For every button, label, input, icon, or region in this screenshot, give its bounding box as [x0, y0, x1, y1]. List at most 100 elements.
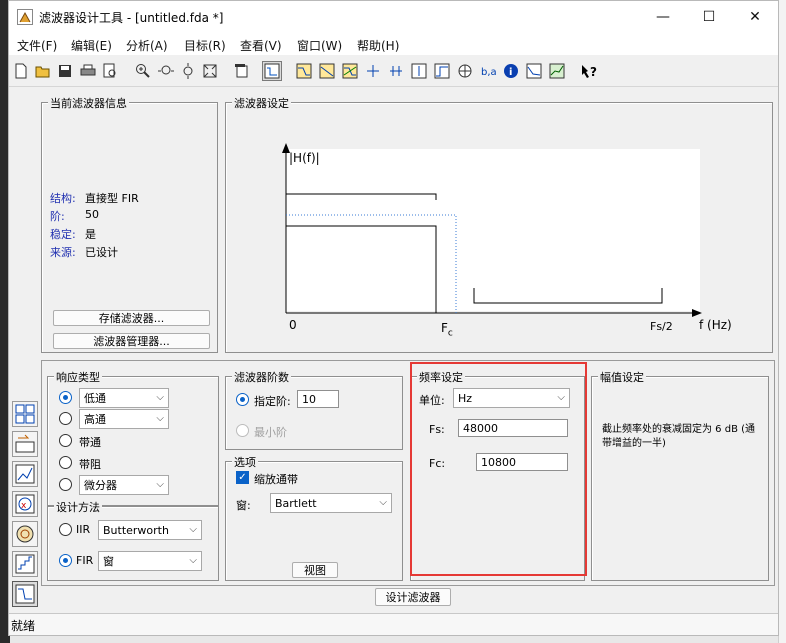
- fir-radio[interactable]: [59, 554, 72, 567]
- sidebar-pole-zero-editor-icon[interactable]: x: [12, 491, 38, 517]
- current-filter-info-title: 当前滤波器信息: [48, 95, 129, 111]
- order-info-label: 阶:: [50, 210, 65, 223]
- round-off-noise-icon[interactable]: [524, 61, 544, 81]
- response-type-panel: 响应类型 低通 ⌵ 高通 ⌵ 带通 带阻 微分器 ⌵: [47, 369, 219, 506]
- menu-view[interactable]: 查看(V): [240, 37, 282, 54]
- chevron-down-icon: ⌵: [189, 524, 197, 535]
- filter-specs-icon[interactable]: [262, 61, 282, 81]
- sidebar-multirate-icon[interactable]: [12, 521, 38, 547]
- bandstop-radio[interactable]: [59, 456, 72, 469]
- mag-phase-icon[interactable]: [340, 61, 360, 81]
- window-select[interactable]: Bartlett ⌵: [270, 493, 392, 513]
- lowpass-radio[interactable]: [59, 391, 72, 404]
- whats-this-help-icon[interactable]: ?: [579, 61, 599, 81]
- menu-window[interactable]: 窗口(W): [297, 37, 342, 54]
- fir-label[interactable]: FIR: [76, 554, 93, 567]
- magnitude-specifications-panel: 幅值设定 截止频率处的衰减固定为 6 dB (通带增益的一半): [591, 369, 769, 581]
- menu-help[interactable]: 帮助(H): [357, 37, 399, 54]
- print-icon[interactable]: [78, 61, 98, 81]
- sidebar-import-icon[interactable]: [12, 461, 38, 487]
- spec-plot-area: [286, 149, 700, 311]
- lowpass-select[interactable]: 低通 ⌵: [79, 388, 169, 408]
- save-icon[interactable]: [55, 61, 75, 81]
- filter-spec-diagram: [282, 143, 702, 317]
- highpass-radio[interactable]: [59, 412, 72, 425]
- current-filter-info-panel: 当前滤波器信息 结构: 直接型 FIR 阶: 50 稳定: 是 来源: 已设计 …: [41, 95, 218, 353]
- specify-order-label[interactable]: 指定阶:: [254, 393, 291, 409]
- group-delay-icon[interactable]: [363, 61, 383, 81]
- specify-order-radio[interactable]: [236, 393, 249, 406]
- svg-text:x: x: [21, 501, 27, 511]
- zoom-y-icon[interactable]: [178, 61, 198, 81]
- magnitude-estimate-icon[interactable]: [547, 61, 567, 81]
- filter-order-panel: 滤波器阶数 指定阶: 10 最小阶: [225, 369, 403, 450]
- bandpass-label[interactable]: 带通: [79, 434, 101, 450]
- iir-label[interactable]: IIR: [76, 523, 90, 536]
- structure-value: 直接型 FIR: [85, 192, 139, 205]
- phase-delay-icon[interactable]: [386, 61, 406, 81]
- iir-method-select[interactable]: Butterworth ⌵: [98, 520, 202, 540]
- scale-passband-checkbox[interactable]: ✓: [236, 471, 249, 484]
- magnitude-response-icon[interactable]: [294, 61, 314, 81]
- filter-manager-button[interactable]: 滤波器管理器...: [53, 333, 210, 349]
- chevron-down-icon: ⌵: [156, 413, 164, 424]
- fir-method-select[interactable]: 窗 ⌵: [98, 551, 202, 571]
- bandpass-radio[interactable]: [59, 434, 72, 447]
- new-window-icon[interactable]: [232, 61, 252, 81]
- minimum-order-radio[interactable]: [236, 424, 249, 437]
- structure-label: 结构:: [50, 192, 76, 205]
- info-icon[interactable]: i: [501, 61, 521, 81]
- filter-order-title: 滤波器阶数: [232, 369, 291, 385]
- step-response-icon[interactable]: [432, 61, 452, 81]
- sidebar-quantization-icon[interactable]: [12, 551, 38, 577]
- scale-passband-label[interactable]: 缩放通带: [254, 471, 298, 487]
- x-tick-fc: Fc: [441, 321, 453, 339]
- minimum-order-label[interactable]: 最小阶: [254, 424, 287, 440]
- close-button[interactable]: ✕: [732, 1, 778, 33]
- store-filter-button[interactable]: 存储滤波器...: [53, 310, 210, 326]
- highpass-select[interactable]: 高通 ⌵: [79, 409, 169, 429]
- svg-text:?: ?: [590, 65, 597, 79]
- menu-analysis[interactable]: 分析(A): [126, 37, 168, 54]
- design-method-panel: 设计方法 IIR Butterworth ⌵ FIR 窗 ⌵: [47, 499, 219, 581]
- x-axis-label: f (Hz): [699, 318, 732, 332]
- highlight-box: [410, 362, 587, 576]
- x-tick-fs2: Fs/2: [650, 320, 673, 333]
- menu-file[interactable]: 文件(F): [17, 37, 57, 54]
- toolbar: b,a i ?: [9, 57, 778, 87]
- options-title: 选项: [232, 454, 258, 470]
- bandstop-label[interactable]: 带阻: [79, 456, 101, 472]
- impulse-response-icon[interactable]: [409, 61, 429, 81]
- x-tick-zero: 0: [289, 318, 297, 332]
- maximize-button[interactable]: ☐: [686, 1, 732, 33]
- status-bar: 就绪: [9, 613, 778, 635]
- options-panel: 选项 ✓ 缩放通带 窗: Bartlett ⌵ 视图: [225, 454, 403, 581]
- view-window-button[interactable]: 视图: [292, 562, 338, 578]
- design-filter-button[interactable]: 设计滤波器: [375, 588, 451, 606]
- filter-specifications-panel: 滤波器设定 |H(f)| f (Hz) 0 Fc Fs/2: [225, 95, 773, 353]
- zoom-x-icon[interactable]: [156, 61, 176, 81]
- open-folder-icon[interactable]: [33, 61, 53, 81]
- sidebar-transform-icon[interactable]: [12, 401, 38, 427]
- sidebar-realize-model-icon[interactable]: [12, 431, 38, 457]
- zoom-in-icon[interactable]: [133, 61, 153, 81]
- differentiator-radio[interactable]: [59, 478, 72, 491]
- specify-order-input[interactable]: 10: [297, 390, 339, 408]
- full-view-icon[interactable]: [200, 61, 220, 81]
- iir-radio[interactable]: [59, 523, 72, 536]
- coefficients-icon[interactable]: b,a: [478, 61, 498, 81]
- app-icon: [17, 9, 33, 25]
- minimize-button[interactable]: —: [640, 1, 686, 33]
- menu-targets[interactable]: 目标(R): [184, 37, 226, 54]
- y-axis-label: |H(f)|: [289, 151, 320, 165]
- chevron-down-icon: ⌵: [379, 497, 387, 508]
- menu-edit[interactable]: 编辑(E): [71, 37, 112, 54]
- stable-value: 是: [85, 228, 96, 241]
- differentiator-select[interactable]: 微分器 ⌵: [79, 475, 169, 495]
- pole-zero-icon[interactable]: [455, 61, 475, 81]
- phase-response-icon[interactable]: [317, 61, 337, 81]
- source-value: 已设计: [85, 246, 118, 259]
- print-preview-icon[interactable]: [100, 61, 120, 81]
- new-icon[interactable]: [11, 61, 31, 81]
- sidebar-design-filter-icon[interactable]: [12, 581, 38, 607]
